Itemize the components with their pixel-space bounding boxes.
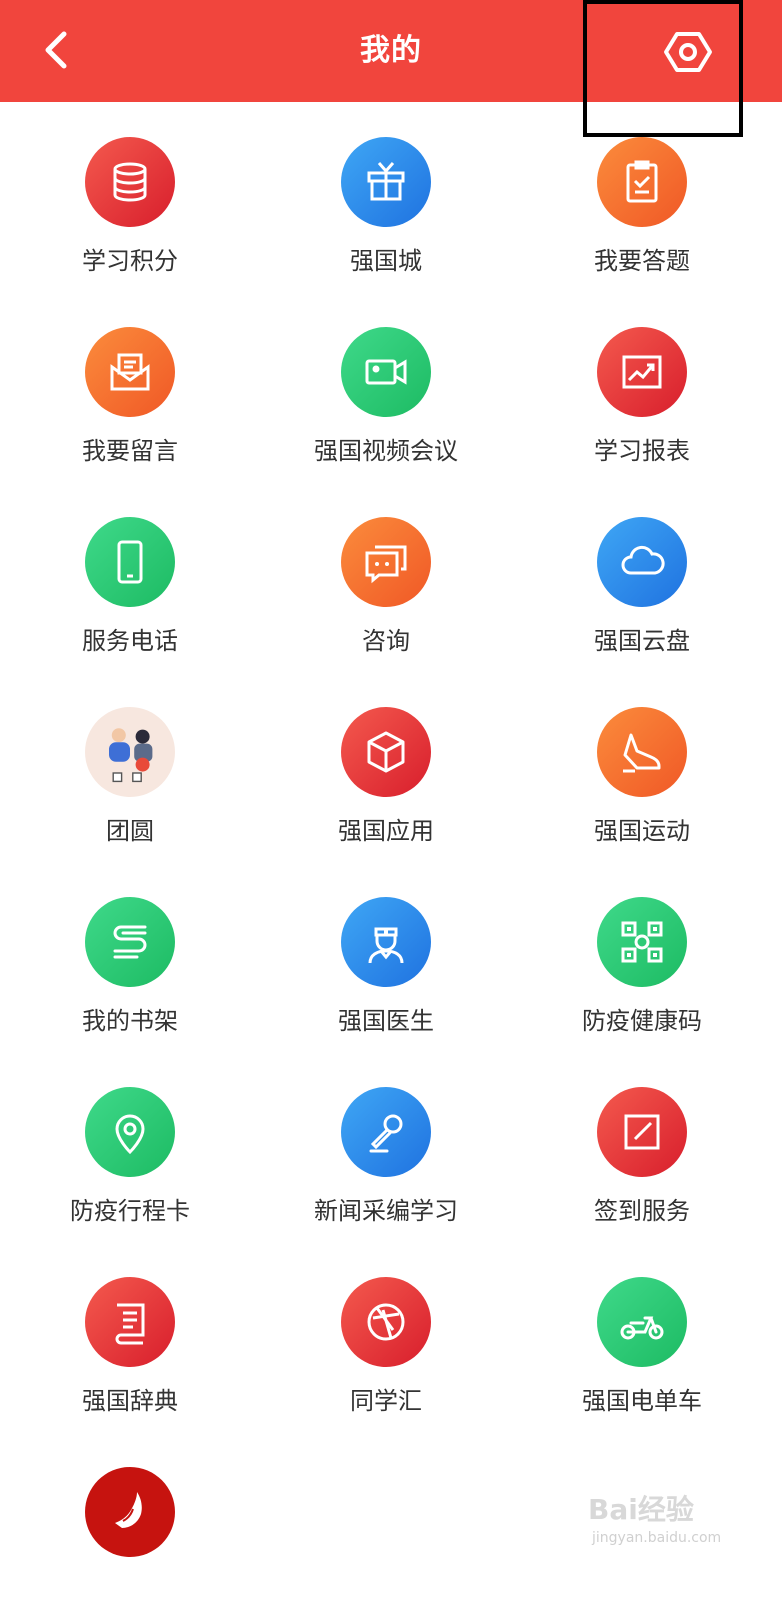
- grid-item-label: 学习报表: [594, 437, 690, 465]
- grid-item-study-points[interactable]: 学习积分: [0, 102, 260, 292]
- grid-item-reunion[interactable]: 团圆: [0, 672, 260, 862]
- cloud-disk-icon-circle: [597, 517, 687, 607]
- e-bike-icon-circle: [597, 1277, 687, 1367]
- watermark-text: Bai经验: [588, 1493, 694, 1526]
- grid-item-label: 同学汇: [350, 1387, 422, 1415]
- grid-item-label: 咨询: [362, 627, 410, 655]
- grid-item-label: 服务电话: [82, 627, 178, 655]
- bookshelf-icon-circle: [85, 897, 175, 987]
- grid-item-video-meeting[interactable]: 强国视频会议: [256, 292, 516, 482]
- grid-item-logo-app[interactable]: [0, 1432, 260, 1622]
- watermark: Bai经验 jingyan.baidu.com: [588, 1488, 778, 1548]
- grid-item-label: 强国视频会议: [314, 437, 458, 465]
- location-pin-icon: [115, 1114, 145, 1155]
- clipboard-check-icon: [626, 160, 658, 203]
- aperture-icon: [367, 1303, 405, 1341]
- mall-icon-circle: [341, 137, 431, 227]
- message-icon-circle: [85, 327, 175, 417]
- grid-item-label: 强国医生: [338, 1007, 434, 1035]
- reunion-illustration-icon: [109, 728, 153, 783]
- video-camera-icon: [365, 359, 407, 385]
- video-meeting-icon-circle: [341, 327, 431, 417]
- grid-item-classmates[interactable]: 同学汇: [256, 1242, 516, 1432]
- sign-in-icon-circle: [597, 1087, 687, 1177]
- cube-icon: [367, 731, 405, 773]
- grid-item-e-bike[interactable]: 强国电单车: [512, 1242, 772, 1432]
- grid-item-label: 强国城: [350, 247, 422, 275]
- grid-item-label: 强国辞典: [82, 1387, 178, 1415]
- grid-item-label: 防疫行程卡: [70, 1197, 190, 1225]
- classmates-icon-circle: [341, 1277, 431, 1367]
- e-scooter-icon: [620, 1316, 664, 1340]
- grid-item-label: 我要答题: [594, 247, 690, 275]
- grid-item-trip-card[interactable]: 防疫行程卡: [0, 1052, 260, 1242]
- apps-icon-circle: [341, 707, 431, 797]
- database-icon: [113, 162, 147, 202]
- grid-item-study-report[interactable]: 学习报表: [512, 292, 772, 482]
- news-learning-icon-circle: [341, 1087, 431, 1177]
- watermark-url: jingyan.baidu.com: [592, 1530, 722, 1546]
- doctor-icon: [368, 927, 404, 964]
- consult-icon-circle: [341, 517, 431, 607]
- qr-code-icon: [621, 921, 663, 963]
- sneaker-icon: [623, 733, 661, 773]
- grid-item-label: 签到服务: [594, 1197, 690, 1225]
- grid-item-doctor[interactable]: 强国医生: [256, 862, 516, 1052]
- quiz-icon-circle: [597, 137, 687, 227]
- grid-item-label: 强国云盘: [594, 627, 690, 655]
- grid-item-label: 我要留言: [82, 437, 178, 465]
- chart-report-icon: [622, 355, 662, 389]
- pen-sign-icon: [624, 1114, 660, 1150]
- grid-item-mall[interactable]: 强国城: [256, 102, 516, 292]
- grid-item-label: 新闻采编学习: [314, 1197, 458, 1225]
- grid-item-consult[interactable]: 咨询: [256, 482, 516, 672]
- grid-item-label: 团圆: [106, 817, 154, 845]
- study-report-icon-circle: [597, 327, 687, 417]
- grid-item-label: 强国应用: [338, 817, 434, 845]
- cloud-icon: [621, 545, 665, 575]
- grid-item-label: 强国电单车: [582, 1387, 702, 1415]
- grid-item-label: 学习积分: [82, 247, 178, 275]
- grid-item-service-phone[interactable]: 服务电话: [0, 482, 260, 672]
- grid-item-message[interactable]: 我要留言: [0, 292, 260, 482]
- trip-card-icon-circle: [85, 1087, 175, 1177]
- grid-item-cloud-disk[interactable]: 强国云盘: [512, 482, 772, 672]
- grid-item-sports[interactable]: 强国运动: [512, 672, 772, 862]
- sports-icon-circle: [597, 707, 687, 797]
- service-phone-icon-circle: [85, 517, 175, 607]
- grid-item-apps[interactable]: 强国应用: [256, 672, 516, 862]
- grid-item-health-code[interactable]: 防疫健康码: [512, 862, 772, 1052]
- grid-item-quiz[interactable]: 我要答题: [512, 102, 772, 292]
- reunion-icon-circle: [85, 707, 175, 797]
- microphone-icon: [369, 1114, 403, 1153]
- chat-bubble-icon: [365, 545, 407, 584]
- grid-item-label: 强国运动: [594, 817, 690, 845]
- doctor-icon-circle: [341, 897, 431, 987]
- gift-box-icon: [367, 162, 405, 201]
- dictionary-icon-circle: [85, 1277, 175, 1367]
- grid-item-label: 防疫健康码: [582, 1007, 702, 1035]
- grid-item-label: 我的书架: [82, 1007, 178, 1035]
- grid-item-dictionary[interactable]: 强国辞典: [0, 1242, 260, 1432]
- health-code-icon-circle: [597, 897, 687, 987]
- mail-envelope-icon: [110, 353, 150, 391]
- logo-app-icon-circle: [85, 1467, 175, 1557]
- grid-item-sign-in[interactable]: 签到服务: [512, 1052, 772, 1242]
- study-points-icon-circle: [85, 137, 175, 227]
- grid-item-bookshelf[interactable]: 我的书架: [0, 862, 260, 1052]
- phone-icon: [117, 540, 143, 584]
- bookshelf-icon: [113, 925, 147, 959]
- dictionary-book-icon: [115, 1303, 145, 1345]
- grid-item-news-learning[interactable]: 新闻采编学习: [256, 1052, 516, 1242]
- red-logo-icon: [115, 1492, 142, 1528]
